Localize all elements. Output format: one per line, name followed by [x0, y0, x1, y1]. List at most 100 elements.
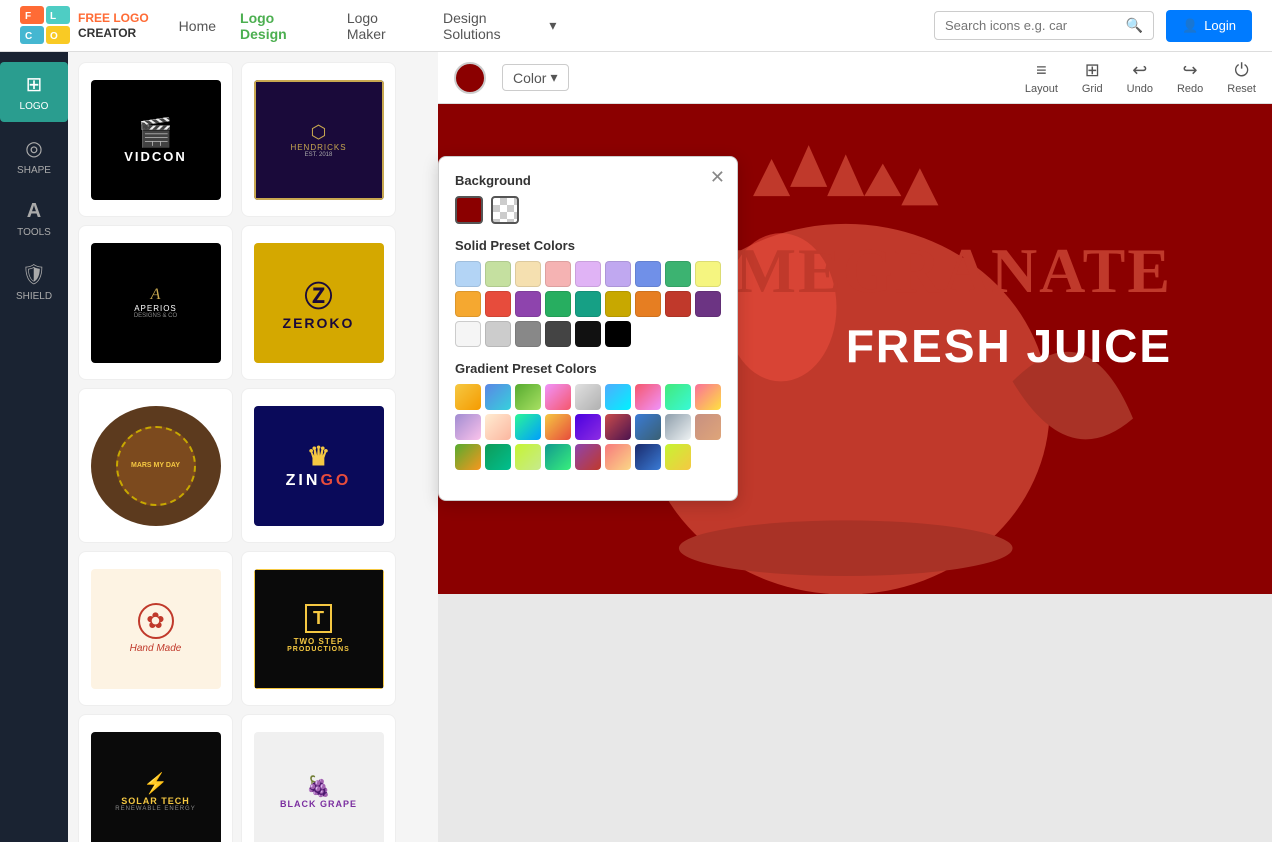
logo-card-blackgrape[interactable]: 🍇 BLACK GRAPE [241, 714, 396, 842]
sidebar-item-logo[interactable]: ⊞ LOGO [0, 62, 68, 122]
logo-card-vidcon[interactable]: 🎬 VIDCON [78, 62, 233, 217]
logo-card-mars[interactable]: MARS MY DAY [78, 388, 233, 543]
solid-swatch[interactable] [515, 291, 541, 317]
nav-logo-maker[interactable]: Logo Maker [347, 10, 419, 42]
gradient-swatch[interactable] [665, 384, 691, 410]
sidebar-item-shape-label: SHAPE [17, 165, 51, 176]
solid-color-grid [455, 261, 721, 347]
toolbar-actions: ≡ Layout ⊞ Grid ↩ Undo ↪ Redo ⏻ Reset [1025, 60, 1256, 95]
solid-swatch[interactable] [665, 291, 691, 317]
gradient-swatch[interactable] [665, 414, 691, 440]
nav-logo-design[interactable]: Logo Design [240, 10, 323, 42]
main-nav: Home Logo Design Logo Maker Design Solut… [179, 10, 557, 42]
color-swatch-button[interactable] [454, 62, 486, 94]
gradient-swatch[interactable] [545, 384, 571, 410]
solid-swatch[interactable] [695, 291, 721, 317]
solid-swatch[interactable] [575, 291, 601, 317]
solid-swatch[interactable] [575, 321, 601, 347]
grid-button[interactable]: ⊞ Grid [1082, 60, 1103, 95]
gradient-swatch[interactable] [605, 414, 631, 440]
undo-icon: ↩ [1132, 60, 1147, 81]
solid-swatch[interactable] [515, 321, 541, 347]
gradient-color-grid [455, 384, 721, 470]
bg-transparent-swatch[interactable] [491, 196, 519, 224]
chevron-down-icon: ▾ [550, 69, 557, 86]
logo-card-zeroko[interactable]: Ⓩ ZEROKO [241, 225, 396, 380]
gradient-swatch[interactable] [515, 384, 541, 410]
popup-close-button[interactable]: ✕ [710, 167, 725, 188]
preview-text-pomegranate: PMEGRANATE [695, 234, 1172, 308]
gradient-swatch[interactable] [485, 384, 511, 410]
bg-section-title: Background [455, 173, 721, 188]
nav-design-solutions[interactable]: Design Solutions ▾ [443, 10, 556, 42]
reset-button[interactable]: ⏻ Reset [1227, 60, 1256, 95]
color-dropdown-button[interactable]: Color ▾ [502, 64, 569, 91]
sidebar-item-tools[interactable]: A TOOLS [0, 190, 68, 248]
solid-swatch[interactable] [455, 321, 481, 347]
solid-swatch[interactable] [575, 261, 601, 287]
svg-text:F: F [25, 11, 31, 22]
sidebar-item-shape[interactable]: ◎ SHAPE [0, 126, 68, 186]
nav-home[interactable]: Home [179, 18, 216, 34]
logo-card-zingo[interactable]: ♛ ZINGO [241, 388, 396, 543]
bg-color-swatch[interactable] [455, 196, 483, 224]
search-icon: 🔍 [1126, 17, 1143, 34]
bg-swatches [455, 196, 721, 224]
gradient-swatch[interactable] [455, 384, 481, 410]
gradient-swatch[interactable] [485, 444, 511, 470]
gradient-swatch[interactable] [515, 444, 541, 470]
logo-card-twostep[interactable]: T TWO STEP PRODUCTIONS [241, 551, 396, 706]
gradient-swatch[interactable] [485, 414, 511, 440]
tools-icon: A [27, 200, 41, 223]
grid-icon: ⊞ [1085, 60, 1100, 81]
gradient-swatch[interactable] [515, 414, 541, 440]
header: F L C O FREE LOGO CREATOR Home Logo Desi… [0, 0, 1272, 52]
reset-icon: ⏻ [1235, 60, 1249, 81]
solid-swatch[interactable] [605, 261, 631, 287]
redo-button[interactable]: ↪ Redo [1177, 60, 1203, 95]
gradient-swatch[interactable] [575, 384, 601, 410]
logo-card-handmade[interactable]: ✿ Hand Made [78, 551, 233, 706]
solid-swatch[interactable] [485, 261, 511, 287]
solid-swatch[interactable] [485, 291, 511, 317]
solid-swatch[interactable] [635, 291, 661, 317]
undo-button[interactable]: ↩ Undo [1127, 60, 1153, 95]
logo-card-aperios[interactable]: A APERIOS DESIGNS & CO [78, 225, 233, 380]
gradient-swatch[interactable] [635, 384, 661, 410]
chevron-down-icon: ▾ [549, 17, 556, 34]
gradient-swatch[interactable] [455, 414, 481, 440]
gradient-swatch[interactable] [545, 414, 571, 440]
logo-card-solartech[interactable]: ⚡ SOLAR TECH RENEWABLE ENERGY [78, 714, 233, 842]
solid-swatch[interactable] [545, 291, 571, 317]
search-input[interactable] [945, 18, 1126, 33]
search-bar: 🔍 [934, 11, 1154, 40]
login-button[interactable]: 👤 Login [1166, 10, 1252, 42]
solid-swatch[interactable] [605, 321, 631, 347]
gradient-swatch[interactable] [695, 384, 721, 410]
solid-swatch[interactable] [635, 261, 661, 287]
solid-swatch[interactable] [545, 321, 571, 347]
solid-swatch[interactable] [455, 261, 481, 287]
gradient-swatch[interactable] [605, 384, 631, 410]
sidebar-item-shield[interactable]: 🛡 SHIELD [0, 252, 68, 312]
solid-swatch[interactable] [695, 261, 721, 287]
svg-text:O: O [50, 31, 58, 42]
gradient-swatch[interactable] [455, 444, 481, 470]
gradient-swatch[interactable] [665, 444, 691, 470]
solid-swatch[interactable] [605, 291, 631, 317]
solid-swatch[interactable] [545, 261, 571, 287]
preview-text-fresh-juice: FRESH JUICE [846, 319, 1172, 373]
gradient-swatch[interactable] [575, 414, 601, 440]
gradient-swatch[interactable] [695, 414, 721, 440]
solid-swatch[interactable] [455, 291, 481, 317]
solid-swatch[interactable] [665, 261, 691, 287]
layout-button[interactable]: ≡ Layout [1025, 60, 1058, 95]
gradient-swatch[interactable] [635, 414, 661, 440]
logo-card-hendricks[interactable]: ⬡ HENDRICKS EST. 2018 [241, 62, 396, 217]
solid-swatch[interactable] [515, 261, 541, 287]
gradient-swatch[interactable] [605, 444, 631, 470]
gradient-swatch[interactable] [575, 444, 601, 470]
solid-swatch[interactable] [485, 321, 511, 347]
gradient-swatch[interactable] [545, 444, 571, 470]
gradient-swatch[interactable] [635, 444, 661, 470]
